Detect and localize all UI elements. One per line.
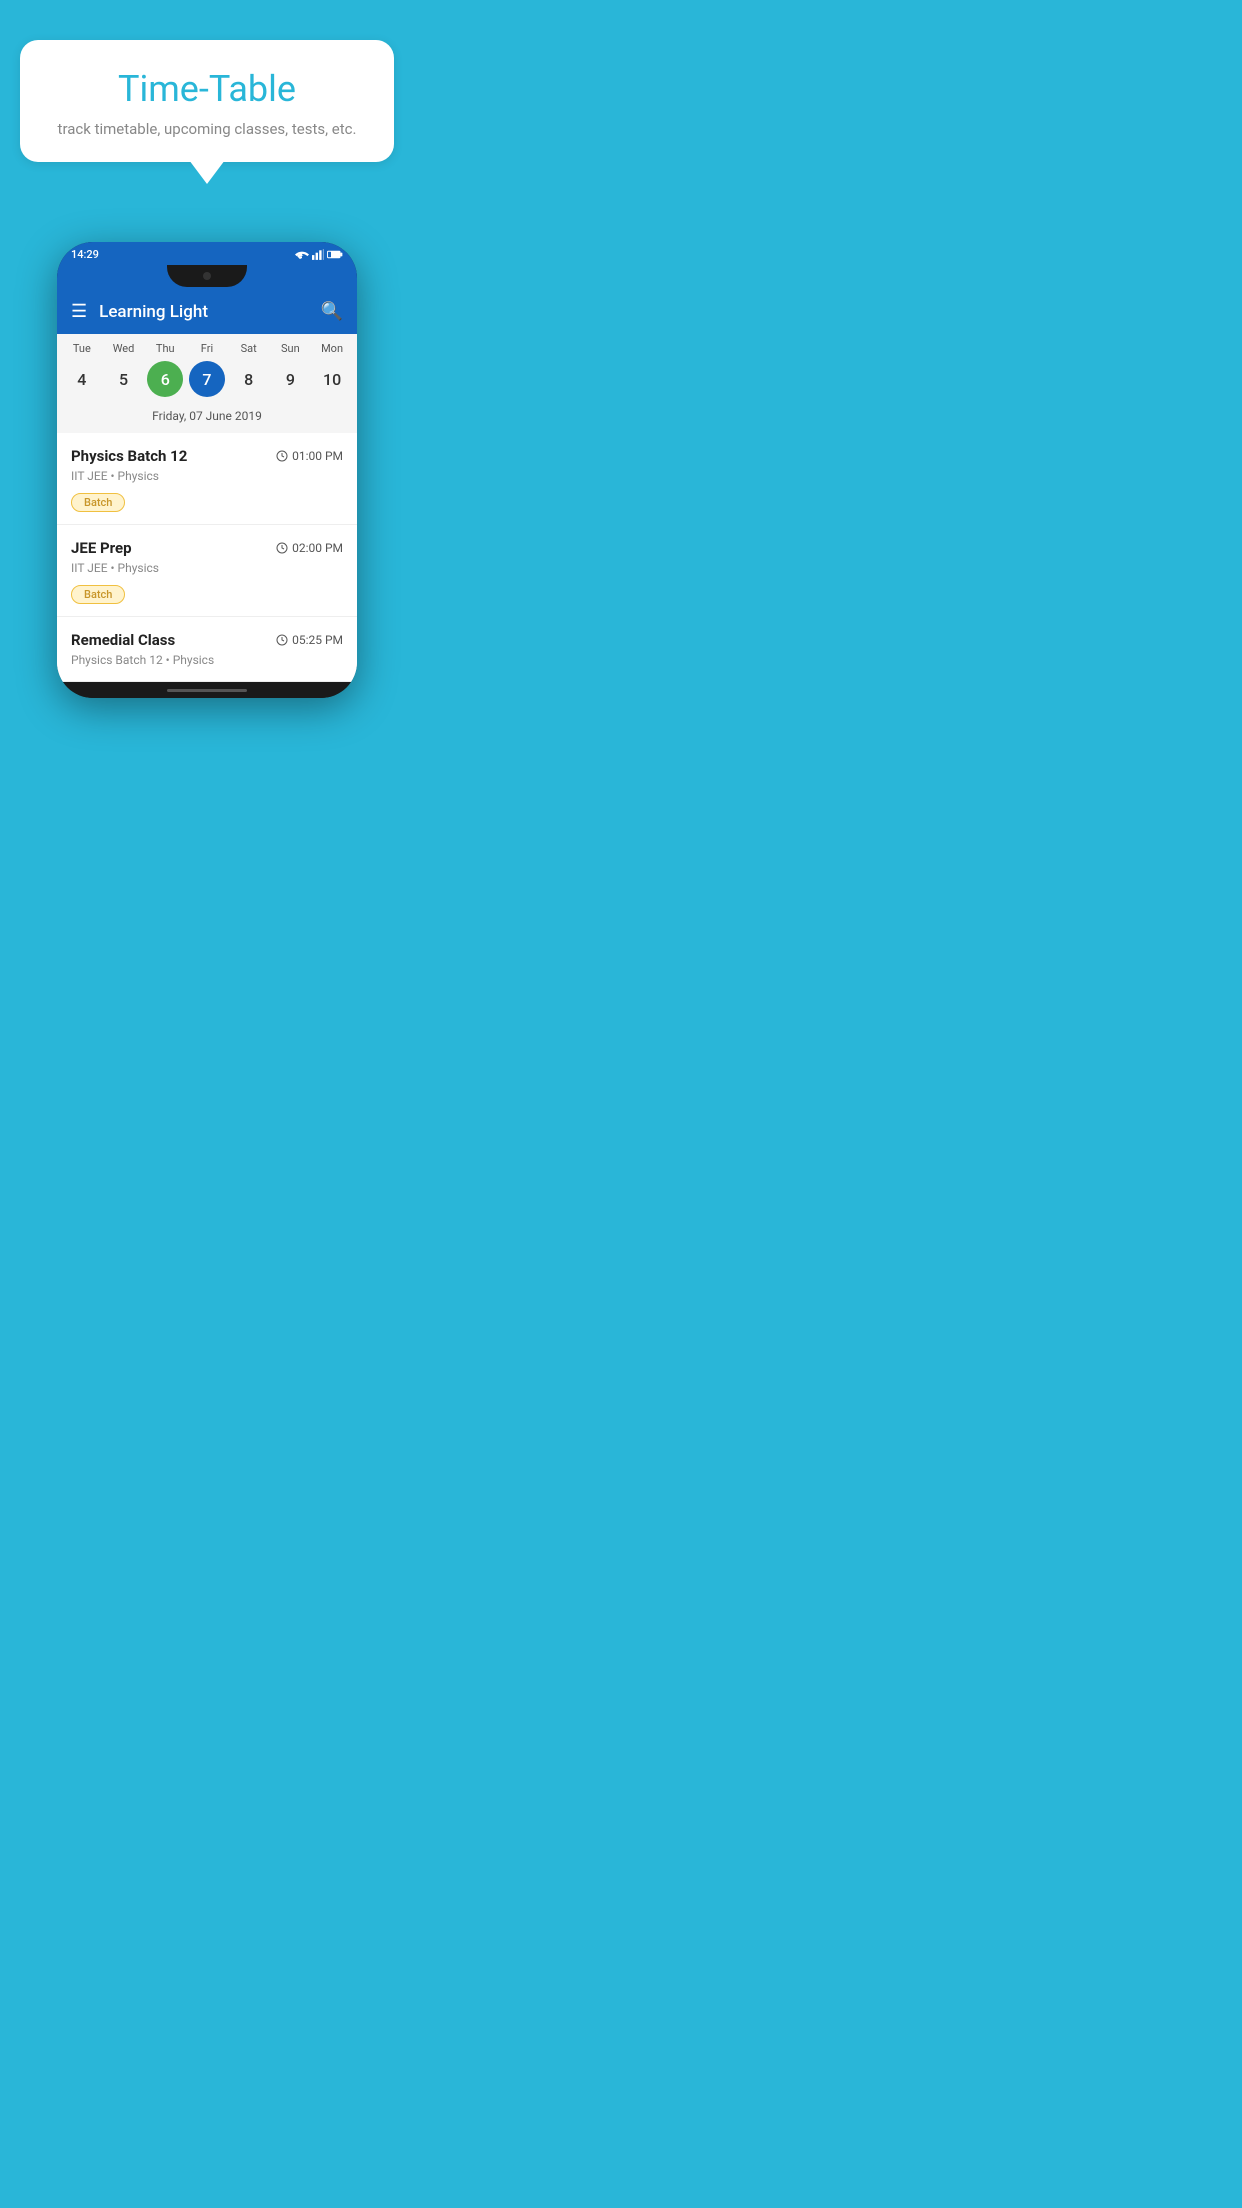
battery-icon: [327, 249, 343, 260]
batch-badge-1: Batch: [71, 493, 125, 512]
day-9[interactable]: 9: [272, 361, 308, 397]
day-numbers-row: 4 5 6 7 8 9 10: [57, 361, 357, 405]
signal-icon: [312, 249, 324, 260]
camera: [203, 272, 211, 280]
day-10[interactable]: 10: [314, 361, 350, 397]
status-time: 14:29: [71, 248, 99, 261]
day-name-wed: Wed: [106, 342, 142, 355]
phone-bottom-bar: [57, 682, 357, 698]
schedule-item-2[interactable]: JEE Prep 02:00 PM IIT JEE • Physics Batc…: [57, 525, 357, 617]
calendar-week: Tue Wed Thu Fri Sat Sun Mon 4 5 6 7 8 9 …: [57, 334, 357, 433]
schedule-item-1-header: Physics Batch 12 01:00 PM: [71, 447, 343, 465]
schedule-title-1: Physics Batch 12: [71, 447, 187, 465]
schedule-item-3-header: Remedial Class 05:25 PM: [71, 631, 343, 649]
hamburger-icon[interactable]: ☰: [71, 301, 87, 322]
day-8[interactable]: 8: [231, 361, 267, 397]
schedule-item-3[interactable]: Remedial Class 05:25 PM Physics Batch 12…: [57, 617, 357, 682]
speech-bubble: Time-Table track timetable, upcoming cla…: [20, 40, 394, 162]
clock-icon-2: [276, 542, 288, 554]
schedule-item-2-header: JEE Prep 02:00 PM: [71, 539, 343, 557]
clock-icon-3: [276, 634, 288, 646]
schedule-time-2: 02:00 PM: [276, 541, 343, 555]
schedule-title-3: Remedial Class: [71, 631, 175, 649]
day-name-mon: Mon: [314, 342, 350, 355]
day-7-selected[interactable]: 7: [189, 361, 225, 397]
status-icons: [295, 249, 343, 260]
bubble-title: Time-Table: [50, 68, 364, 110]
day-name-fri: Fri: [189, 342, 225, 355]
app-header: ☰ Learning Light 🔍: [57, 291, 357, 334]
day-names-row: Tue Wed Thu Fri Sat Sun Mon: [57, 342, 357, 361]
batch-badge-2: Batch: [71, 585, 125, 604]
day-4[interactable]: 4: [64, 361, 100, 397]
bubble-subtitle: track timetable, upcoming classes, tests…: [50, 120, 364, 138]
schedule-title-2: JEE Prep: [71, 539, 132, 557]
schedule-list: Physics Batch 12 01:00 PM IIT JEE • Phys…: [57, 433, 357, 682]
clock-icon-1: [276, 450, 288, 462]
day-5[interactable]: 5: [106, 361, 142, 397]
schedule-meta-1: IIT JEE • Physics: [71, 469, 343, 483]
schedule-item-1[interactable]: Physics Batch 12 01:00 PM IIT JEE • Phys…: [57, 433, 357, 525]
phone-wrapper: 14:29: [0, 242, 414, 698]
day-name-sun: Sun: [272, 342, 308, 355]
phone-mockup: 14:29: [57, 242, 357, 698]
notch: [167, 265, 247, 287]
notch-area: [57, 265, 357, 291]
app-title: Learning Light: [99, 302, 320, 322]
home-indicator: [167, 689, 247, 692]
day-6-today[interactable]: 6: [147, 361, 183, 397]
schedule-time-1: 01:00 PM: [276, 449, 343, 463]
day-name-sat: Sat: [231, 342, 267, 355]
search-icon[interactable]: 🔍: [321, 301, 343, 322]
schedule-time-3: 05:25 PM: [276, 633, 343, 647]
wifi-icon: [295, 249, 309, 260]
schedule-meta-2: IIT JEE • Physics: [71, 561, 343, 575]
selected-date-label: Friday, 07 June 2019: [57, 405, 357, 433]
status-bar: 14:29: [57, 242, 357, 265]
day-name-thu: Thu: [147, 342, 183, 355]
day-name-tue: Tue: [64, 342, 100, 355]
schedule-meta-3: Physics Batch 12 • Physics: [71, 653, 343, 667]
top-section: Time-Table track timetable, upcoming cla…: [0, 0, 414, 192]
